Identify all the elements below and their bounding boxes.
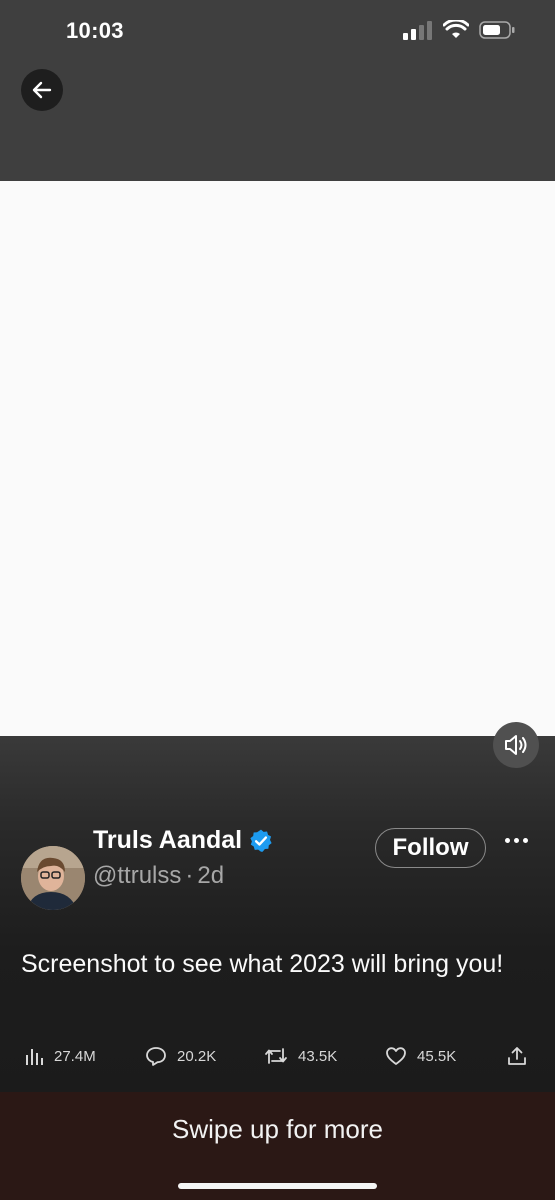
like-action[interactable]: 45.5K <box>385 1046 456 1066</box>
replies-count: 20.2K <box>177 1047 217 1065</box>
swipe-up-label: Swipe up for more <box>172 1114 383 1144</box>
tweet-actions: 27.4M 20.2K 43.5K 45.5K <box>0 1046 555 1076</box>
verified-badge-icon <box>250 829 272 852</box>
likes-count: 45.5K <box>417 1047 457 1065</box>
wifi-icon <box>443 20 469 38</box>
home-indicator[interactable] <box>178 1183 377 1189</box>
back-button[interactable] <box>21 69 63 111</box>
more-dots-icon[interactable] <box>500 828 532 852</box>
views-action[interactable]: 27.4M <box>24 1046 96 1066</box>
author-name: Truls Aandal <box>93 826 243 854</box>
heart-icon <box>386 1047 406 1065</box>
meta-separator: · <box>185 862 194 889</box>
share-action[interactable] <box>507 1046 527 1066</box>
tweet-time: 2d <box>197 862 225 889</box>
author-handle-row: @ttrulss · 2d <box>93 862 224 890</box>
views-chart-icon <box>26 1049 43 1065</box>
views-count: 27.4M <box>54 1047 96 1065</box>
retweet-icon <box>265 1048 287 1064</box>
avatar[interactable] <box>21 846 85 910</box>
speaker-icon <box>505 735 527 755</box>
author-name-row[interactable]: Truls Aandal <box>93 826 274 855</box>
reply-action[interactable]: 20.2K <box>145 1046 216 1066</box>
reply-bubble-icon <box>146 1047 166 1066</box>
avatar-image <box>21 846 85 910</box>
volume-button[interactable] <box>493 722 539 768</box>
retweets-count: 43.5K <box>298 1047 338 1065</box>
battery-icon <box>479 21 515 39</box>
tweet-panel <box>0 736 555 1092</box>
media-area[interactable] <box>0 181 555 736</box>
follow-button[interactable]: Follow <box>375 828 486 868</box>
retweet-action[interactable]: 43.5K <box>264 1046 337 1066</box>
status-icons <box>403 20 515 40</box>
arrow-left-icon <box>32 81 52 99</box>
author-handle[interactable]: @ttrulss <box>93 862 181 890</box>
status-time: 10:03 <box>66 18 124 43</box>
share-icon <box>508 1047 526 1065</box>
cellular-signal-icon <box>403 21 432 40</box>
tweet-text: Screenshot to see what 2023 will bring y… <box>21 950 504 978</box>
